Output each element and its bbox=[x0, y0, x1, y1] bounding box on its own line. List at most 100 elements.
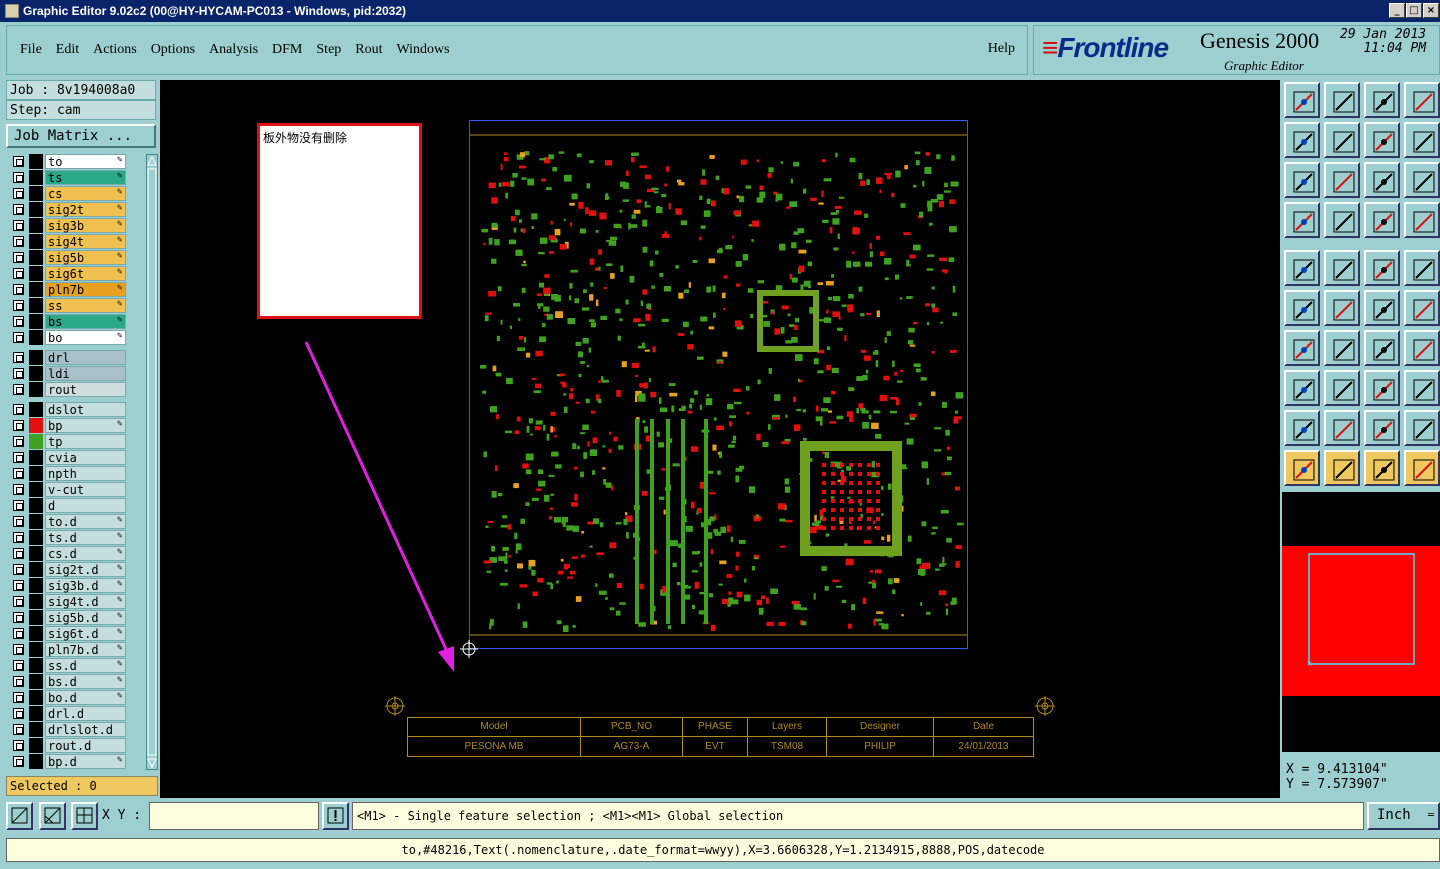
layer-row-tp[interactable]: tp bbox=[8, 434, 144, 449]
layer-row-drl[interactable]: drl bbox=[8, 350, 144, 365]
layer-name[interactable]: drl bbox=[45, 350, 126, 365]
rotate-button[interactable] bbox=[1364, 330, 1400, 366]
layer-name[interactable]: sig3b bbox=[45, 218, 126, 233]
layer-row-sig4t-d[interactable]: sig4t.d ✎ bbox=[8, 594, 144, 609]
move-out-button[interactable] bbox=[1324, 122, 1360, 158]
layer-checkbox[interactable] bbox=[13, 692, 24, 703]
layer-name[interactable]: bp.d bbox=[45, 754, 126, 769]
layer-checkbox[interactable] bbox=[13, 564, 24, 575]
layer-name[interactable]: bs bbox=[45, 314, 126, 329]
layer-row-rout-d[interactable]: rout.d bbox=[8, 738, 144, 753]
layer-name[interactable]: npth bbox=[45, 466, 126, 481]
layer-checkbox[interactable] bbox=[13, 368, 24, 379]
layer-name[interactable]: drlslot.d bbox=[45, 722, 126, 737]
overview-map[interactable]: × bbox=[1282, 492, 1440, 752]
layer-color-swatch[interactable] bbox=[29, 738, 43, 753]
layer-row-to[interactable]: to ✎ bbox=[8, 154, 144, 169]
layer-checkbox[interactable] bbox=[13, 420, 24, 431]
layer-checkbox[interactable] bbox=[13, 468, 24, 479]
layer-name[interactable]: ss bbox=[45, 298, 126, 313]
menu-dfm[interactable]: DFM bbox=[272, 42, 302, 58]
grid-mode-button[interactable] bbox=[71, 802, 98, 830]
layer-color-swatch[interactable] bbox=[29, 530, 43, 545]
layer-row-d[interactable]: d bbox=[8, 498, 144, 513]
layer-checkbox[interactable] bbox=[13, 612, 24, 623]
pointer-box-button[interactable] bbox=[1324, 450, 1360, 486]
layer-name[interactable]: bp bbox=[45, 418, 126, 433]
layers-red-button[interactable] bbox=[1364, 202, 1400, 238]
layer-checkbox[interactable] bbox=[13, 300, 24, 311]
layer-name[interactable]: cvia bbox=[45, 450, 126, 465]
layer-checkbox[interactable] bbox=[13, 236, 24, 247]
maximize-button[interactable]: □ bbox=[1406, 3, 1422, 18]
pcb-board[interactable] bbox=[469, 120, 968, 649]
graphics-canvas[interactable]: 板外物没有删除 Model PESONA MB PCB_NO AG73-A PHAS… bbox=[160, 80, 1280, 798]
layer-row-bp-d[interactable]: bp.d ✎ bbox=[8, 754, 144, 769]
layer-checkbox[interactable] bbox=[13, 332, 24, 343]
help-button[interactable] bbox=[1404, 162, 1440, 198]
layer-row-to-d[interactable]: to.d ✎ bbox=[8, 514, 144, 529]
layer-name[interactable]: sig4t bbox=[45, 234, 126, 249]
tools-button[interactable] bbox=[1284, 202, 1320, 238]
layer-name[interactable]: ts bbox=[45, 170, 126, 185]
save-button[interactable] bbox=[1324, 82, 1360, 118]
layers-red2-button[interactable] bbox=[1404, 202, 1440, 238]
units-selector[interactable]: Inch ═ bbox=[1367, 802, 1440, 830]
layer-name[interactable]: sig2t.d bbox=[45, 562, 126, 577]
snap-mode-button[interactable] bbox=[6, 802, 33, 830]
layer-row-ts[interactable]: ts ✎ bbox=[8, 170, 144, 185]
layer-checkbox[interactable] bbox=[13, 484, 24, 495]
snake-button[interactable] bbox=[1404, 122, 1440, 158]
layer-row-pln7b[interactable]: pln7b ✎ bbox=[8, 282, 144, 297]
layer-checkbox[interactable] bbox=[13, 172, 24, 183]
layer-checkbox[interactable] bbox=[13, 404, 24, 415]
layer-row-pln7b-d[interactable]: pln7b.d ✎ bbox=[8, 642, 144, 657]
layer-color-swatch[interactable] bbox=[29, 578, 43, 593]
layer-name[interactable]: rout bbox=[45, 382, 126, 397]
panel-button[interactable] bbox=[1404, 82, 1440, 118]
layer-color-swatch[interactable] bbox=[29, 546, 43, 561]
layer-checkbox[interactable] bbox=[13, 436, 24, 447]
layer-checkbox[interactable] bbox=[13, 156, 24, 167]
layer-row-sig5b[interactable]: sig5b ✎ bbox=[8, 250, 144, 265]
layer-row-sig4t[interactable]: sig4t ✎ bbox=[8, 234, 144, 249]
layer-checkbox[interactable] bbox=[13, 516, 24, 527]
layer-name[interactable]: bo.d bbox=[45, 690, 126, 705]
layer-color-swatch[interactable] bbox=[29, 722, 43, 737]
layer-color-swatch[interactable] bbox=[29, 330, 43, 345]
layer-name[interactable]: bs.d bbox=[45, 674, 126, 689]
layer-name[interactable]: d bbox=[45, 498, 126, 513]
slash-button[interactable] bbox=[1324, 330, 1360, 366]
open-button[interactable] bbox=[1284, 82, 1320, 118]
layer-row-cvia[interactable]: cvia bbox=[8, 450, 144, 465]
layer-color-swatch[interactable] bbox=[29, 690, 43, 705]
close-button[interactable]: × bbox=[1423, 3, 1439, 18]
layer-list-scrollbar[interactable] bbox=[146, 154, 158, 770]
menu-rout[interactable]: Rout bbox=[355, 42, 382, 58]
layer-color-swatch[interactable] bbox=[29, 450, 43, 465]
layer-color-swatch[interactable] bbox=[29, 350, 43, 365]
line-red-button[interactable] bbox=[1404, 290, 1440, 326]
layer-color-swatch[interactable] bbox=[29, 314, 43, 329]
scale-button[interactable] bbox=[1364, 162, 1400, 198]
layer-checkbox[interactable] bbox=[13, 740, 24, 751]
layer-checkbox[interactable] bbox=[13, 596, 24, 607]
copy-pad-button[interactable] bbox=[1284, 370, 1320, 406]
layer-checkbox[interactable] bbox=[13, 452, 24, 463]
layer-row-bp[interactable]: bp ✎ bbox=[8, 418, 144, 433]
layer-row-drlslot-d[interactable]: drlslot.d bbox=[8, 722, 144, 737]
home-button[interactable] bbox=[1364, 82, 1400, 118]
layer-row-cs[interactable]: cs ✎ bbox=[8, 186, 144, 201]
layer-checkbox[interactable] bbox=[13, 500, 24, 511]
connect-button[interactable] bbox=[1284, 290, 1320, 326]
layer-row-bs-d[interactable]: bs.d ✎ bbox=[8, 674, 144, 689]
menu-options[interactable]: Options bbox=[151, 42, 195, 58]
layer-color-swatch[interactable] bbox=[29, 170, 43, 185]
layer-row-sig3b[interactable]: sig3b ✎ bbox=[8, 218, 144, 233]
menu-actions[interactable]: Actions bbox=[93, 42, 137, 58]
ruler-button[interactable] bbox=[1364, 250, 1400, 286]
layer-name[interactable]: drl.d bbox=[45, 706, 126, 721]
layer-name[interactable]: dslot bbox=[45, 402, 126, 417]
layer-row-ss-d[interactable]: ss.d ✎ bbox=[8, 658, 144, 673]
layer-name[interactable]: ldi bbox=[45, 366, 126, 381]
